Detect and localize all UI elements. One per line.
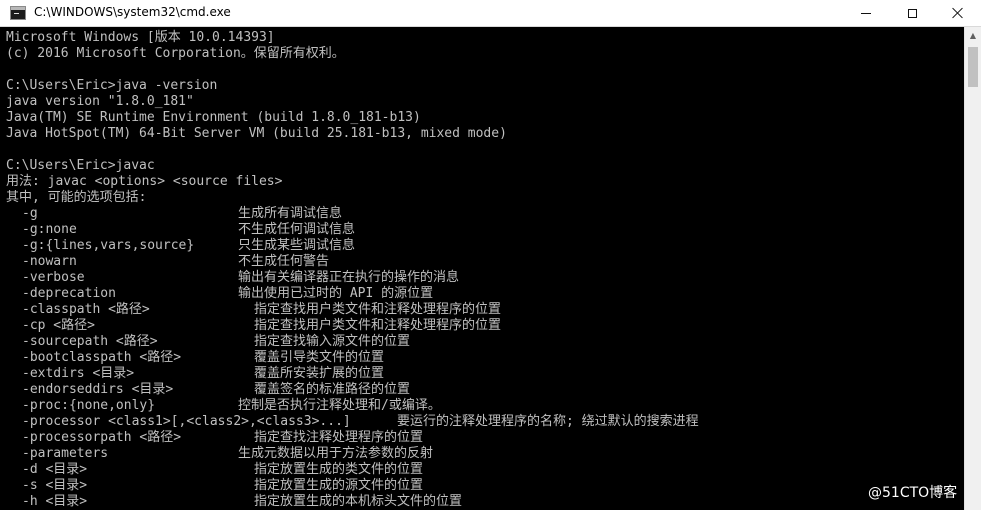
option-description: 要运行的注释处理程序的名称; 绕过默认的搜索进程: [397, 414, 699, 429]
console-line: Java(TM) SE Runtime Environment (build 1…: [6, 110, 421, 125]
console-line: C:\Users\Eric>javac: [6, 158, 155, 173]
option-description: 控制是否执行注释处理和/或编译。: [238, 398, 441, 413]
vertical-scrollbar[interactable]: ▲: [964, 27, 981, 510]
option-flag: -nowarn: [22, 254, 77, 269]
maximize-icon: [907, 8, 917, 18]
cmd-window: C:\WINDOWS\system32\cmd.exe Microsoft Wi…: [0, 0, 981, 510]
option-flag: -extdirs <目录>: [22, 366, 135, 381]
option-description: 生成所有调试信息: [238, 206, 343, 221]
option-description: 生成元数据以用于方法参数的反射: [238, 446, 434, 461]
option-flag: -sourcepath <路径>: [22, 334, 158, 349]
option-flag: -g:none: [22, 222, 77, 237]
console-line: Java HotSpot(TM) 64-Bit Server VM (build…: [6, 126, 507, 141]
close-icon: [952, 7, 964, 19]
window-title: C:\WINDOWS\system32\cmd.exe: [34, 5, 231, 19]
option-description: 指定放置生成的源文件的位置: [254, 478, 424, 493]
option-description: 只生成某些调试信息: [238, 238, 356, 253]
option-flag: -g:{lines,vars,source}: [22, 238, 195, 253]
minimize-icon: [861, 12, 871, 14]
option-description: 指定查找用户类文件和注释处理程序的位置: [254, 318, 502, 333]
option-flag: -d <目录>: [22, 462, 88, 477]
option-description: 指定查找输入源文件的位置: [254, 334, 411, 349]
option-description: 输出有关编译器正在执行的操作的消息: [238, 270, 460, 285]
minimize-button[interactable]: [843, 0, 889, 26]
close-button[interactable]: [935, 0, 981, 26]
option-description: 指定查找用户类文件和注释处理程序的位置: [254, 302, 502, 317]
option-flag: -proc:{none,only}: [22, 398, 156, 413]
option-flag: -classpath <路径>: [22, 302, 150, 317]
console-line: java version "1.8.0_181": [6, 94, 194, 109]
scroll-thumb[interactable]: [968, 47, 978, 87]
option-flag: -g: [22, 206, 38, 221]
option-flag: -cp <路径>: [22, 318, 95, 333]
option-flag: -parameters: [22, 446, 109, 461]
console-output[interactable]: Microsoft Windows [版本 10.0.14393] (c) 20…: [0, 27, 964, 510]
option-description: 输出使用已过时的 API 的源位置: [238, 286, 434, 301]
option-description: 指定放置生成的类文件的位置: [254, 462, 424, 477]
console-line: 其中, 可能的选项包括:: [6, 190, 147, 205]
console-line: Microsoft Windows [版本 10.0.14393]: [6, 30, 275, 45]
option-description: 指定放置生成的本机标头文件的位置: [254, 494, 463, 509]
option-flag: -endorseddirs <目录>: [22, 382, 174, 397]
option-flag: -h <目录>: [22, 494, 88, 509]
watermark: @51CTO博客: [868, 485, 958, 501]
option-description: 覆盖引导类文件的位置: [254, 350, 385, 365]
option-flag: -processor <class1>[,<class2>,<class3>..…: [22, 414, 351, 429]
console-icon[interactable]: [10, 6, 26, 20]
console-line: (c) 2016 Microsoft Corporation。保留所有权利。: [6, 46, 345, 61]
option-flag: -verbose: [22, 270, 85, 285]
option-flag: -processorpath <路径>: [22, 430, 182, 445]
scroll-up-arrow-icon[interactable]: ▲: [965, 27, 981, 44]
option-description: 不生成任何警告: [238, 254, 330, 269]
console-line: 用法: javac <options> <source files>: [6, 174, 283, 189]
option-description: 指定查找注释处理程序的位置: [254, 430, 424, 445]
option-description: 覆盖所安装扩展的位置: [254, 366, 385, 381]
option-flag: -s <目录>: [22, 478, 88, 493]
option-flag: -bootclasspath <路径>: [22, 350, 182, 365]
console-line: C:\Users\Eric>java -version: [6, 78, 218, 93]
option-flag: -deprecation: [22, 286, 116, 301]
option-description: 不生成任何调试信息: [238, 222, 356, 237]
option-description: 覆盖签名的标准路径的位置: [254, 382, 411, 397]
maximize-button[interactable]: [889, 0, 935, 26]
title-bar[interactable]: C:\WINDOWS\system32\cmd.exe: [0, 0, 981, 27]
